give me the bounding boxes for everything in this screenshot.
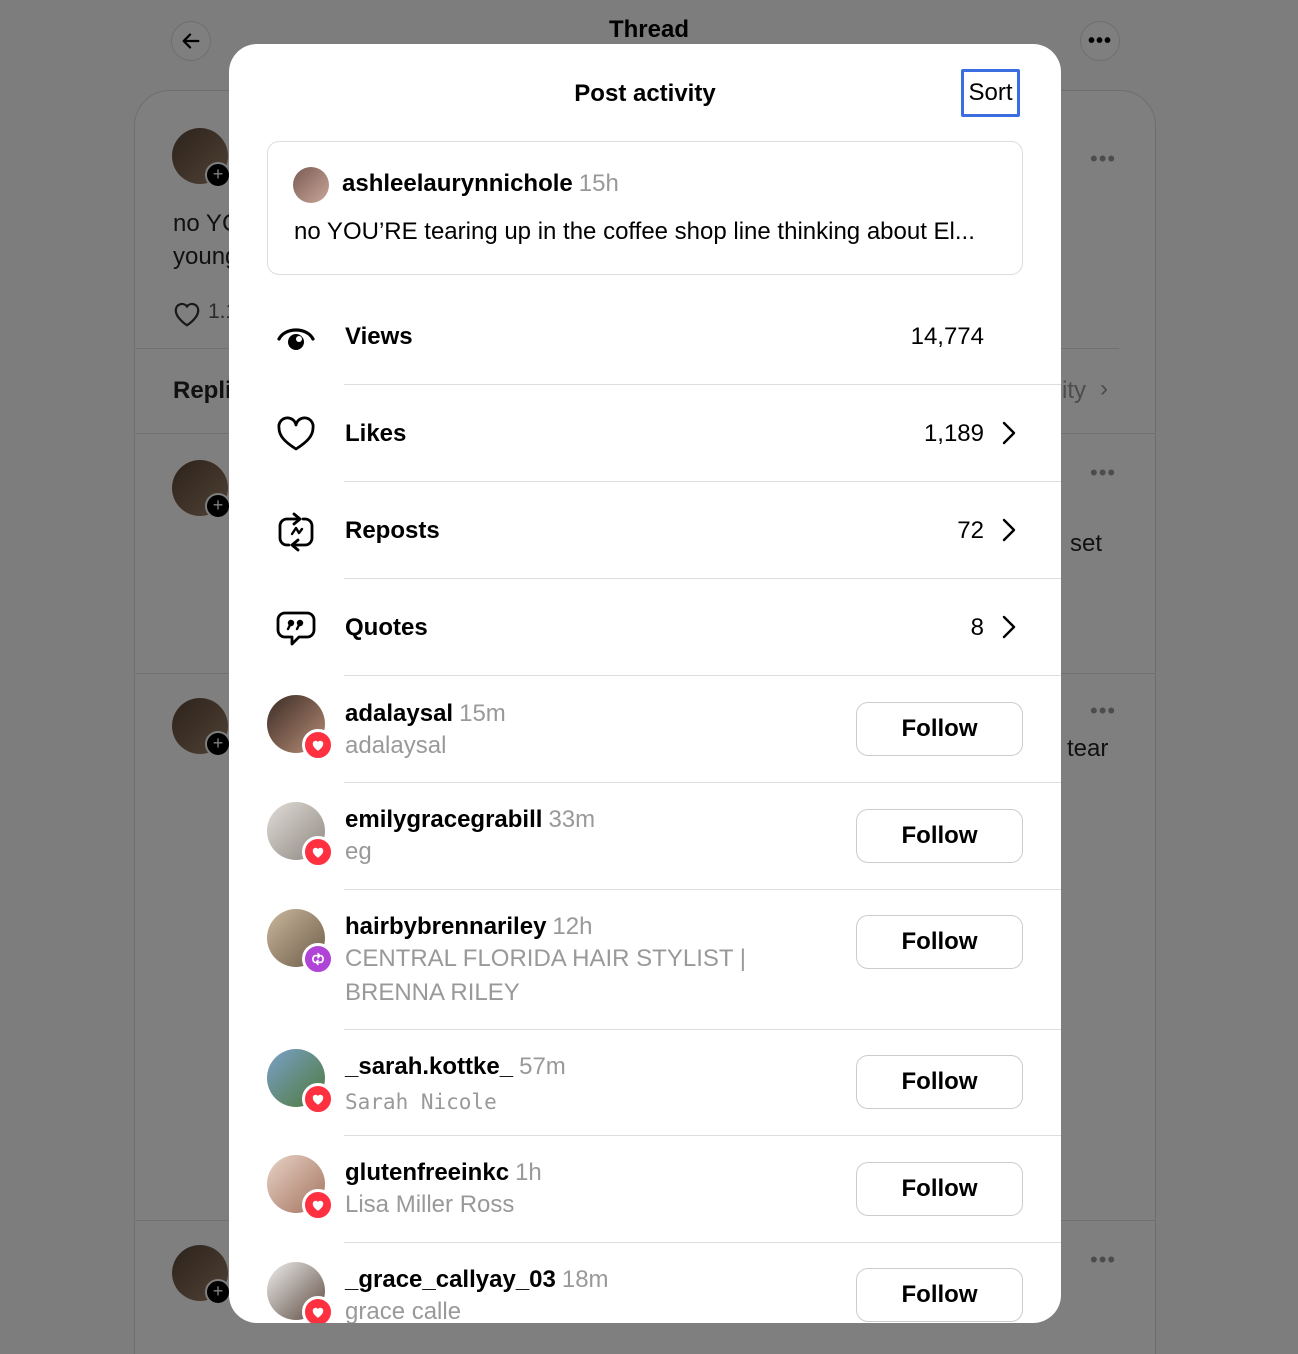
heart-filled-icon [312, 1307, 324, 1318]
chevron-right-icon [1002, 518, 1016, 542]
user-name-line: hairbybrennariley 12h [345, 913, 592, 941]
repost-icon [278, 512, 314, 552]
chevron-right-icon [1002, 421, 1016, 445]
sort-button[interactable]: Sort [961, 69, 1020, 117]
heart-icon [277, 416, 315, 451]
follow-button[interactable]: Follow [856, 809, 1023, 863]
divider [344, 1029, 1061, 1030]
timestamp: 1h [515, 1159, 542, 1186]
like-badge [302, 1296, 334, 1323]
timestamp: 18m [561, 1266, 609, 1293]
timestamp: 57m [519, 1053, 566, 1080]
like-badge [302, 836, 334, 868]
username-link[interactable]: hairbybrennariley [345, 913, 546, 940]
divider [344, 1135, 1061, 1136]
avatar [293, 167, 329, 203]
username-link[interactable]: _grace_callyay_03 [345, 1266, 556, 1293]
stat-row-likes[interactable]: Likes 1,189 [229, 384, 1061, 481]
user-name-line: glutenfreeinkc 1h [345, 1159, 542, 1187]
user-subtitle: Lisa Miller Ross [345, 1191, 515, 1218]
user-name-line: emilygracegrabill 33m [345, 806, 595, 834]
user-subtitle: eg [345, 838, 372, 865]
stat-label: Likes [345, 420, 407, 447]
stat-value: 8 [970, 614, 984, 641]
stat-value: 1,189 [923, 420, 984, 447]
follow-button[interactable]: Follow [856, 1162, 1023, 1216]
follow-button[interactable]: Follow [856, 1268, 1023, 1322]
follow-button[interactable]: Follow [856, 702, 1023, 756]
divider [344, 1242, 1061, 1243]
stat-value: 72 [957, 517, 984, 544]
repost-icon [312, 952, 324, 966]
post-timestamp: 15h [578, 170, 619, 197]
divider [344, 675, 1061, 676]
post-preview-card[interactable]: ashleelaurynnichole 15h no YOU’RE tearing… [267, 141, 1023, 275]
username-link[interactable]: glutenfreeinkc [345, 1159, 509, 1186]
stat-value: 14,774 [910, 323, 984, 350]
post-author: ashleelaurynnichole 15h [342, 170, 619, 198]
divider [344, 782, 1061, 783]
user-name-line: _grace_callyay_03 18m [345, 1266, 609, 1294]
heart-filled-icon [312, 847, 324, 858]
like-badge [302, 729, 334, 761]
stat-row-views: Views 14,774 [229, 287, 1061, 384]
username-link[interactable]: emilygracegrabill [345, 806, 542, 833]
timestamp: 15m [459, 700, 506, 727]
quote-icon [276, 611, 316, 646]
stat-row-quotes[interactable]: Quotes 8 [229, 578, 1061, 675]
user-name-line: adalaysal 15m [345, 700, 506, 728]
post-activity-modal: Post activity Sort ashleelaurynnichole 15… [229, 44, 1061, 1323]
stat-label: Views [345, 323, 413, 350]
stat-row-reposts[interactable]: Reposts 72 [229, 481, 1061, 578]
repost-badge [302, 943, 334, 975]
chevron-right-icon [1002, 615, 1016, 639]
eye-icon [277, 328, 315, 350]
user-subtitle: adalaysal [345, 732, 447, 759]
username-link[interactable]: adalaysal [345, 700, 453, 727]
divider [344, 889, 1061, 890]
timestamp: 33m [548, 806, 596, 833]
stat-label: Reposts [345, 517, 440, 544]
user-subtitle: grace calle [345, 1298, 462, 1323]
follow-button[interactable]: Follow [856, 915, 1023, 969]
post-text: no YOU’RE tearing up in the coffee shop … [294, 218, 975, 245]
follow-button[interactable]: Follow [856, 1055, 1023, 1109]
stat-label: Quotes [345, 614, 428, 641]
heart-filled-icon [312, 1200, 324, 1211]
heart-filled-icon [312, 1094, 324, 1105]
post-username[interactable]: ashleelaurynnichole [342, 170, 573, 197]
like-badge [302, 1083, 334, 1115]
user-name-line: _sarah.kottke_ 57m [345, 1053, 566, 1081]
user-subtitle: CENTRAL FLORIDA HAIR STYLIST | BRENNA RI… [345, 945, 746, 1006]
modal-title: Post activity [574, 80, 716, 107]
timestamp: 12h [552, 913, 593, 940]
user-subtitle: Sarah Nicole [345, 1090, 497, 1114]
heart-filled-icon [312, 740, 324, 751]
like-badge [302, 1189, 334, 1221]
username-link[interactable]: _sarah.kottke_ [345, 1053, 513, 1080]
